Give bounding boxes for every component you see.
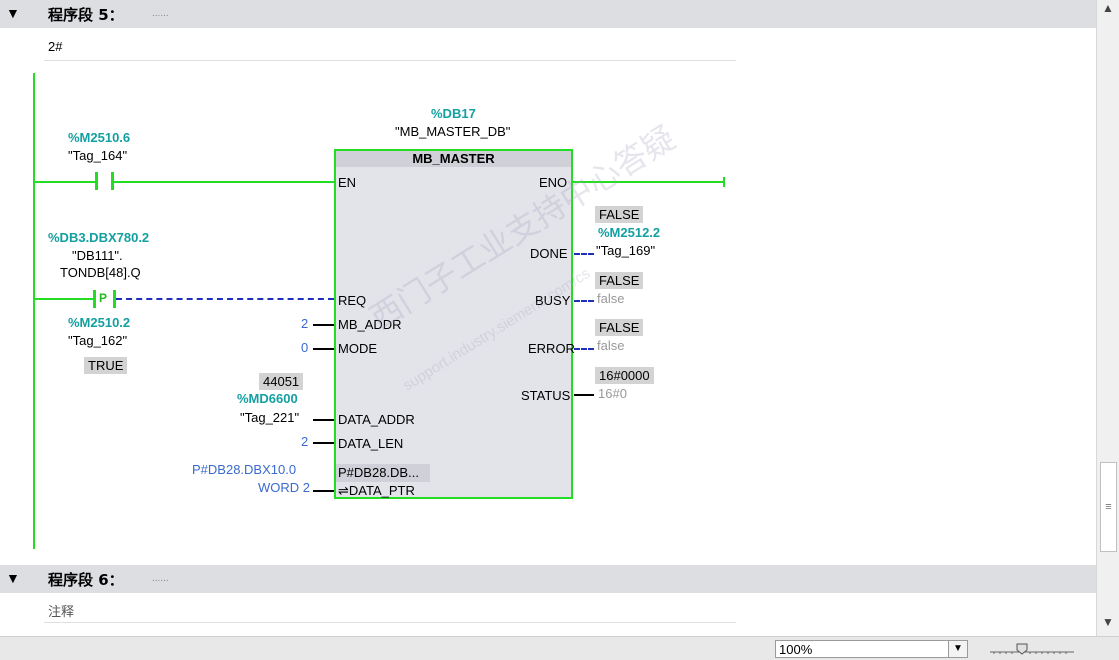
wire xyxy=(35,181,95,183)
network-title-placeholder[interactable]: ...... xyxy=(152,8,169,19)
done-address[interactable]: %M2512.2 xyxy=(598,225,660,240)
input-wire xyxy=(313,490,334,492)
mb-addr-value[interactable]: 2 xyxy=(301,316,308,331)
wire xyxy=(35,298,93,300)
status-monitor-value: 16#0000 xyxy=(595,367,654,384)
pin-mode: MODE xyxy=(338,341,377,356)
network-comment[interactable]: 2# xyxy=(44,34,736,61)
data-ptr-operand[interactable]: P#DB28.DBX10.0 xyxy=(192,462,296,477)
contact-left-bar[interactable] xyxy=(93,290,96,308)
scroll-thumb[interactable]: ≡ xyxy=(1100,462,1117,552)
contact-left-bar[interactable] xyxy=(95,172,98,190)
dashed-wire xyxy=(116,298,334,300)
collapse-arrow-icon[interactable]: ▼ xyxy=(6,5,20,21)
comment-text: 2# xyxy=(48,39,63,54)
data-addr-tag[interactable]: "Tag_221" xyxy=(240,410,299,425)
error-tag[interactable]: false xyxy=(597,338,624,353)
done-tag[interactable]: "Tag_169" xyxy=(596,243,655,258)
zoom-slider-icon[interactable] xyxy=(990,643,1074,655)
zoom-value: 100% xyxy=(779,642,813,657)
contact-tag: "DB111". xyxy=(72,248,123,263)
pin-done: DONE xyxy=(530,246,568,261)
scroll-up-icon[interactable]: ▲ xyxy=(1098,0,1118,18)
zoom-select[interactable]: 100% ▼ xyxy=(775,640,968,658)
done-monitor-value: FALSE xyxy=(595,206,644,223)
contact-tag: "Tag_164" xyxy=(68,148,128,163)
edge-memory-value: TRUE xyxy=(84,357,128,374)
data-addr-address[interactable]: %MD6600 xyxy=(237,391,298,406)
busy-monitor-value: FALSE xyxy=(595,272,644,289)
network-comment[interactable]: 注释 xyxy=(44,596,736,623)
instance-db-address: %DB17 xyxy=(431,106,476,121)
contact-tag: TONDB[48].Q xyxy=(60,265,141,280)
network-title: 程序段 5： xyxy=(48,6,124,24)
dashed-output-wire xyxy=(574,300,594,302)
pin-data-ptr: ⇌DATA_PTR xyxy=(338,483,415,498)
pin-status: STATUS xyxy=(521,388,571,403)
eno-end xyxy=(723,177,725,187)
input-wire xyxy=(313,419,334,421)
grip-icon: ≡ xyxy=(1105,501,1112,513)
dashed-output-wire xyxy=(574,253,594,255)
mode-value[interactable]: 0 xyxy=(301,340,308,355)
pin-en: EN xyxy=(338,175,357,190)
wire xyxy=(114,181,334,183)
network-5-header[interactable]: ▼ 程序段 5： ...... xyxy=(0,0,1096,28)
input-wire xyxy=(313,442,334,444)
power-rail xyxy=(33,73,35,549)
pin-data-addr: DATA_ADDR xyxy=(338,412,415,427)
network-6-header[interactable]: ▼ 程序段 6： ...... xyxy=(0,565,1096,593)
contact-address: %M2510.6 xyxy=(68,130,131,145)
edge-memory-address: %M2510.2 xyxy=(68,315,131,330)
error-monitor-value: FALSE xyxy=(595,319,644,336)
instance-db-name: "MB_MASTER_DB" xyxy=(395,124,511,139)
data-ptr-value: P#DB28.DB... xyxy=(338,465,419,480)
data-ptr-operand-type[interactable]: WORD 2 xyxy=(258,480,310,495)
dashed-output-wire xyxy=(574,348,594,350)
network-title: 程序段 6： xyxy=(48,571,124,589)
contact-address: %DB3.DBX780.2 xyxy=(48,230,150,245)
dropdown-icon[interactable]: ▼ xyxy=(948,641,967,657)
data-addr-monitor-value: 44051 xyxy=(259,373,304,390)
edge-memory-tag: "Tag_162" xyxy=(68,333,128,348)
network-title-placeholder[interactable]: ...... xyxy=(152,573,169,584)
pin-error: ERROR xyxy=(528,341,575,356)
input-wire xyxy=(313,348,334,350)
input-wire xyxy=(313,324,334,326)
block-type: MB_MASTER xyxy=(336,151,571,167)
status-tag[interactable]: 16#0 xyxy=(598,386,627,401)
vertical-scrollbar[interactable]: ▲ ≡ ▼ xyxy=(1096,0,1119,636)
pin-data-len: DATA_LEN xyxy=(338,436,404,451)
scroll-down-icon[interactable]: ▼ xyxy=(1098,612,1118,632)
p-trig-symbol: P xyxy=(99,291,108,305)
status-bar: 100% ▼ xyxy=(0,636,1119,660)
collapse-arrow-icon[interactable]: ▼ xyxy=(6,570,20,586)
data-len-value[interactable]: 2 xyxy=(301,434,308,449)
comment-text: 注释 xyxy=(48,604,75,619)
output-wire xyxy=(574,394,594,396)
busy-tag[interactable]: false xyxy=(597,291,624,306)
